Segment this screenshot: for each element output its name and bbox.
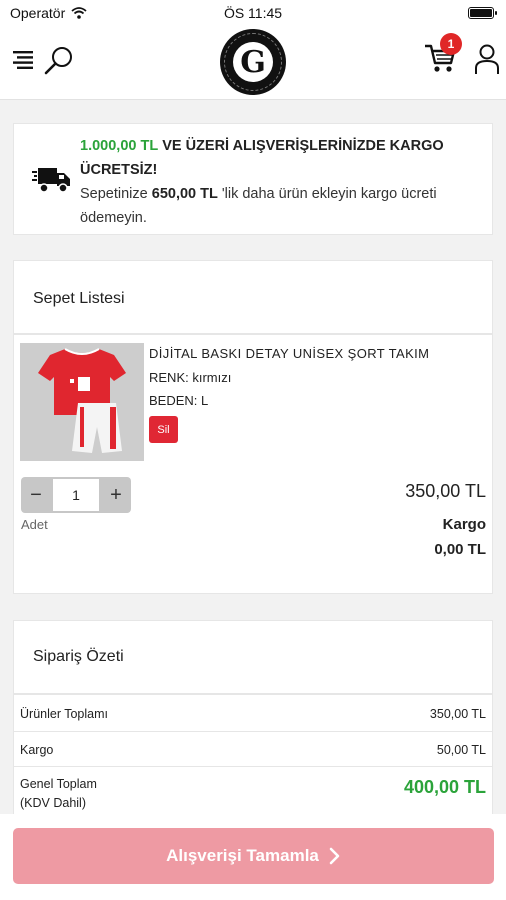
product-name[interactable]: DİJİTAL BASKI DETAY UNİSEX ŞORT TAKIM (149, 346, 429, 361)
divider (14, 333, 492, 335)
brand-logo[interactable]: G (220, 29, 286, 95)
product-image[interactable] (20, 343, 144, 461)
products-total-label: Ürünler Toplamı (20, 707, 109, 721)
product-size: BEDEN: L (149, 393, 209, 408)
shipping-cost-value: 50,00 TL (436, 743, 486, 757)
cart-count-badge: 1 (440, 33, 462, 55)
shipping-remaining-amount: 650,00 TL (151, 186, 218, 202)
shipping-headline: 1.000,00 TL VE ÜZERİ ALIŞVERİŞLERİNİZDE … (80, 134, 484, 182)
battery-icon (468, 7, 497, 19)
menu-icon[interactable] (10, 46, 36, 74)
products-total-value: 350,00 TL (429, 707, 486, 721)
shipping-notice-text: 1.000,00 TL VE ÜZERİ ALIŞVERİŞLERİNİZDE … (80, 134, 484, 230)
cart-list-title: Sepet Listesi (33, 290, 125, 307)
truck-icon (32, 168, 70, 193)
complete-purchase-button[interactable]: Alışverişi Tamamla (13, 828, 494, 884)
free-shipping-notice: 1.000,00 TL VE ÜZERİ ALIŞVERİŞLERİNİZDE … (13, 123, 493, 235)
free-shipping-threshold: 1.000,00 TL (80, 138, 159, 154)
quantity-stepper: − 1 + (21, 477, 131, 513)
shipping-cost-label: Kargo (20, 743, 54, 757)
quantity-decrease-button[interactable]: − (21, 477, 51, 513)
grand-total-label-line2: (KDV Dahil) (20, 796, 86, 810)
status-bar: Operatör ÖS 11:45 (0, 0, 506, 26)
quantity-input[interactable]: 1 (53, 479, 99, 511)
chevron-right-icon (329, 847, 340, 865)
shipping-remaining-line: Sepetinize 650,00 TL 'lik daha ürün ekle… (80, 182, 484, 230)
quantity-increase-button[interactable]: + (101, 477, 131, 513)
user-icon[interactable] (472, 42, 502, 76)
summary-row-grand-total: Genel Toplam (KDV Dahil) 400,00 TL (14, 767, 492, 821)
item-shipping-label: Kargo (442, 516, 486, 533)
summary-row-products: Ürünler Toplamı 350,00 TL (14, 695, 492, 732)
shipping-prefix: Sepetinize (80, 186, 148, 202)
order-summary-card: Sipariş Özeti Ürünler Toplamı 350,00 TL … (13, 620, 493, 820)
cart-list-card: Sepet Listesi DİJİTAL BASKI DETAY UNİSEX… (13, 260, 493, 594)
grand-total-label-line1: Genel Toplam (20, 777, 97, 791)
complete-purchase-label: Alışverişi Tamamla (166, 846, 319, 865)
search-icon[interactable] (42, 44, 76, 76)
item-shipping-value: 0,00 TL (434, 541, 486, 558)
app-header: G 1 (0, 26, 506, 100)
summary-row-shipping: Kargo 50,00 TL (14, 732, 492, 767)
product-color: RENK: kırmızı (149, 370, 232, 385)
order-summary-title: Sipariş Özeti (33, 648, 124, 665)
delete-item-button[interactable]: Sil (149, 416, 178, 443)
grand-total-value: 400,00 TL (403, 777, 486, 797)
item-price: 350,00 TL (405, 481, 486, 501)
clock: ÖS 11:45 (223, 5, 283, 21)
quantity-label: Adet (21, 517, 48, 532)
checkout-footer: Alışverişi Tamamla (0, 814, 506, 900)
grand-total-label: Genel Toplam (KDV Dahil) (20, 775, 97, 813)
logo-ring (224, 33, 282, 91)
